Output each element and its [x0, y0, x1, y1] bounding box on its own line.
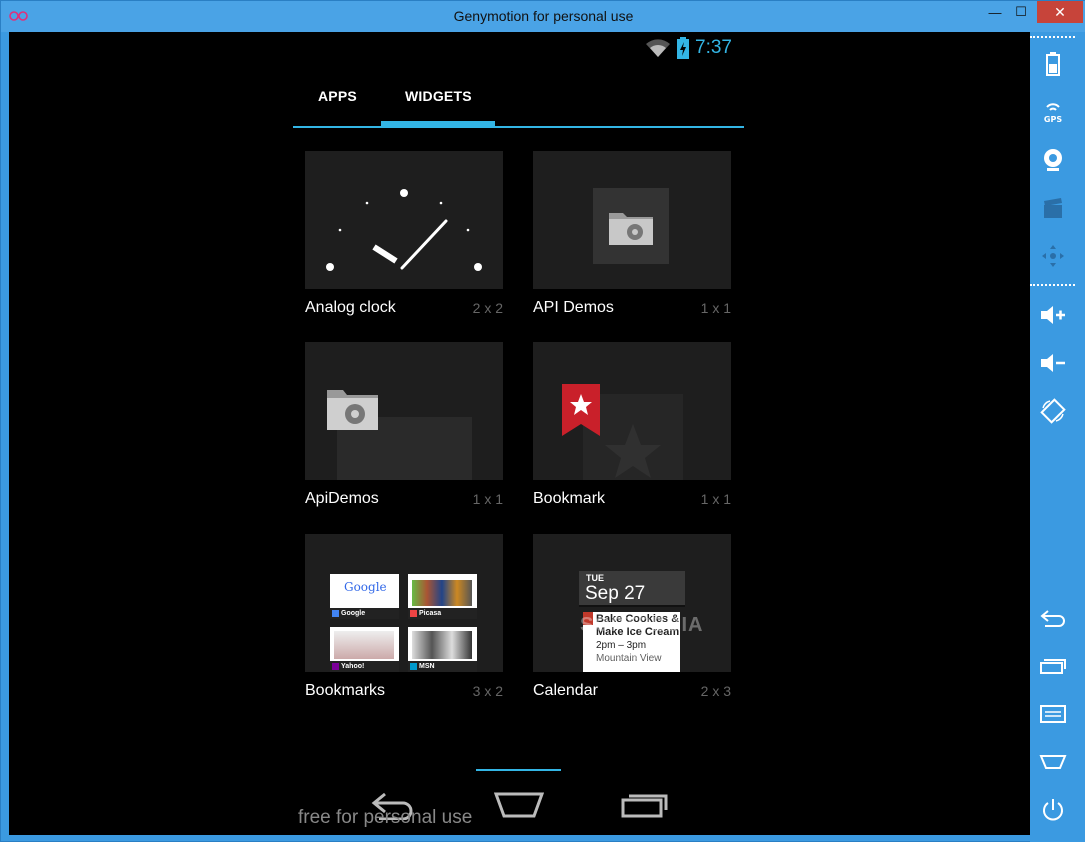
bookmark-thumbnails: Google Google Picasa Yahoo! MSN [330, 574, 478, 672]
folder-gear-icon [327, 390, 472, 480]
google-favicon-icon [332, 610, 339, 617]
picasa-favicon-icon [410, 610, 417, 617]
close-button[interactable]: ✕ [1037, 1, 1083, 23]
bookmark-caption: Yahoo! [330, 661, 399, 672]
battery-icon [1045, 52, 1060, 76]
dpad-icon [1041, 245, 1064, 267]
calendar-header: TUE Sep 27 [579, 571, 685, 607]
camera-icon [1043, 149, 1062, 171]
widget-name: Analog clock [305, 299, 396, 316]
tab-underline [293, 126, 744, 128]
battery-button[interactable] [1030, 44, 1075, 84]
wifi-icon [646, 39, 670, 57]
status-bar: 7:37 [645, 36, 732, 60]
volume-up-icon [1040, 306, 1065, 324]
title-bar[interactable]: Genymotion for personal use — ☐ ✕ [1, 1, 1085, 32]
bookmark-thumb: MSN [408, 627, 477, 672]
folder-gear-icon [593, 188, 669, 264]
bookmark-title: Picasa [419, 610, 442, 617]
android-screen[interactable]: 7:37 APPS WIDGETS Analog clock 2 x 2 API… [9, 32, 1030, 835]
widget-preview [533, 342, 731, 480]
minimize-button[interactable]: — [981, 1, 1009, 23]
widget-name: ApiDemos [305, 490, 379, 507]
softpedia-watermark-url: www.softpedia.com [594, 652, 663, 661]
home-icon [1039, 755, 1066, 769]
volume-up-button[interactable] [1030, 295, 1075, 335]
calendar-date: Sep 27 [585, 583, 646, 604]
maximize-button[interactable]: ☐ [1007, 1, 1035, 23]
bookmark-star-icon [562, 384, 683, 480]
msn-preview [412, 631, 472, 659]
page-indicator [476, 769, 561, 771]
widget-size: 1 x 1 [700, 300, 731, 316]
widget-name: Calendar [533, 682, 598, 699]
toolbar-separator [1030, 284, 1075, 286]
back-icon [1039, 610, 1065, 627]
camera-button[interactable] [1030, 140, 1075, 180]
android-nav-bar [9, 780, 1030, 835]
tab-widgets[interactable]: WIDGETS [405, 88, 472, 104]
picasa-preview [412, 580, 472, 606]
menu-icon [1039, 705, 1066, 723]
bookmark-caption: Picasa [408, 608, 477, 619]
analog-clock-icon [326, 189, 482, 271]
bookmark-caption: Google [330, 608, 399, 619]
volume-down-button[interactable] [1030, 343, 1075, 383]
recent-apps-icon[interactable] [621, 790, 669, 820]
rotate-button[interactable] [1030, 391, 1075, 431]
bookmark-thumb: Yahoo! [330, 627, 399, 672]
msn-favicon-icon [410, 663, 417, 670]
free-for-personal-use-text: free for personal use [298, 807, 473, 828]
toolbar-separator [1030, 36, 1075, 38]
home-button[interactable] [1030, 742, 1075, 782]
widget-size: 1 x 1 [472, 491, 503, 507]
video-capture-button[interactable] [1030, 188, 1075, 228]
svg-text:GPS: GPS [1043, 115, 1061, 123]
widget-preview: Google Google Picasa Yahoo! MSN [305, 534, 503, 672]
battery-charging-icon [677, 37, 689, 59]
yahoo-preview [334, 631, 394, 659]
bookmark-thumb: Google Google [330, 574, 399, 619]
widget-name: Bookmarks [305, 682, 386, 699]
yahoo-favicon-icon [332, 663, 339, 670]
genymotion-toolbar: GPS [1030, 32, 1085, 842]
home-icon[interactable] [494, 790, 544, 820]
window-title: Genymotion for personal use [453, 8, 634, 24]
bookmark-thumb: Picasa [408, 574, 477, 619]
recent-apps-icon [1039, 659, 1066, 674]
power-button[interactable] [1030, 790, 1075, 830]
video-clapper-icon [1043, 198, 1062, 218]
menu-button[interactable] [1030, 694, 1075, 734]
calendar-day: TUE [586, 573, 604, 583]
status-time: 7:37 [695, 37, 732, 58]
volume-down-icon [1040, 354, 1065, 372]
widget-size: 2 x 3 [700, 683, 731, 699]
widget-size: 3 x 2 [472, 683, 503, 699]
back-button[interactable] [1030, 598, 1075, 638]
widget-preview [305, 342, 503, 480]
drawer-tabs: APPS WIDGETS [293, 77, 744, 129]
bookmark-title: Google [341, 610, 366, 617]
widget-size: 2 x 2 [472, 300, 503, 316]
bookmark-caption: MSN [408, 661, 477, 672]
event-time: 2pm – 3pm [596, 640, 647, 651]
widget-preview [533, 151, 731, 289]
bookmark-title: MSN [419, 663, 435, 670]
bookmark-title: Yahoo! [341, 663, 365, 670]
widget-size: 1 x 1 [700, 491, 731, 507]
rotate-icon [1039, 398, 1066, 424]
power-icon [1042, 799, 1063, 821]
recent-apps-button[interactable] [1030, 646, 1075, 686]
dpad-button[interactable] [1030, 236, 1075, 276]
softpedia-watermark: SOFTPEDIA [580, 614, 704, 636]
widget-name: API Demos [533, 299, 614, 316]
gps-button[interactable]: GPS [1030, 92, 1075, 132]
gps-icon: GPS [1043, 103, 1062, 123]
widget-preview [305, 151, 503, 289]
genymotion-window: Genymotion for personal use — ☐ ✕ 7:37 A… [0, 0, 1085, 842]
tab-apps[interactable]: APPS [318, 88, 357, 104]
google-logo: Google [344, 580, 387, 594]
widget-name: Bookmark [533, 490, 606, 507]
